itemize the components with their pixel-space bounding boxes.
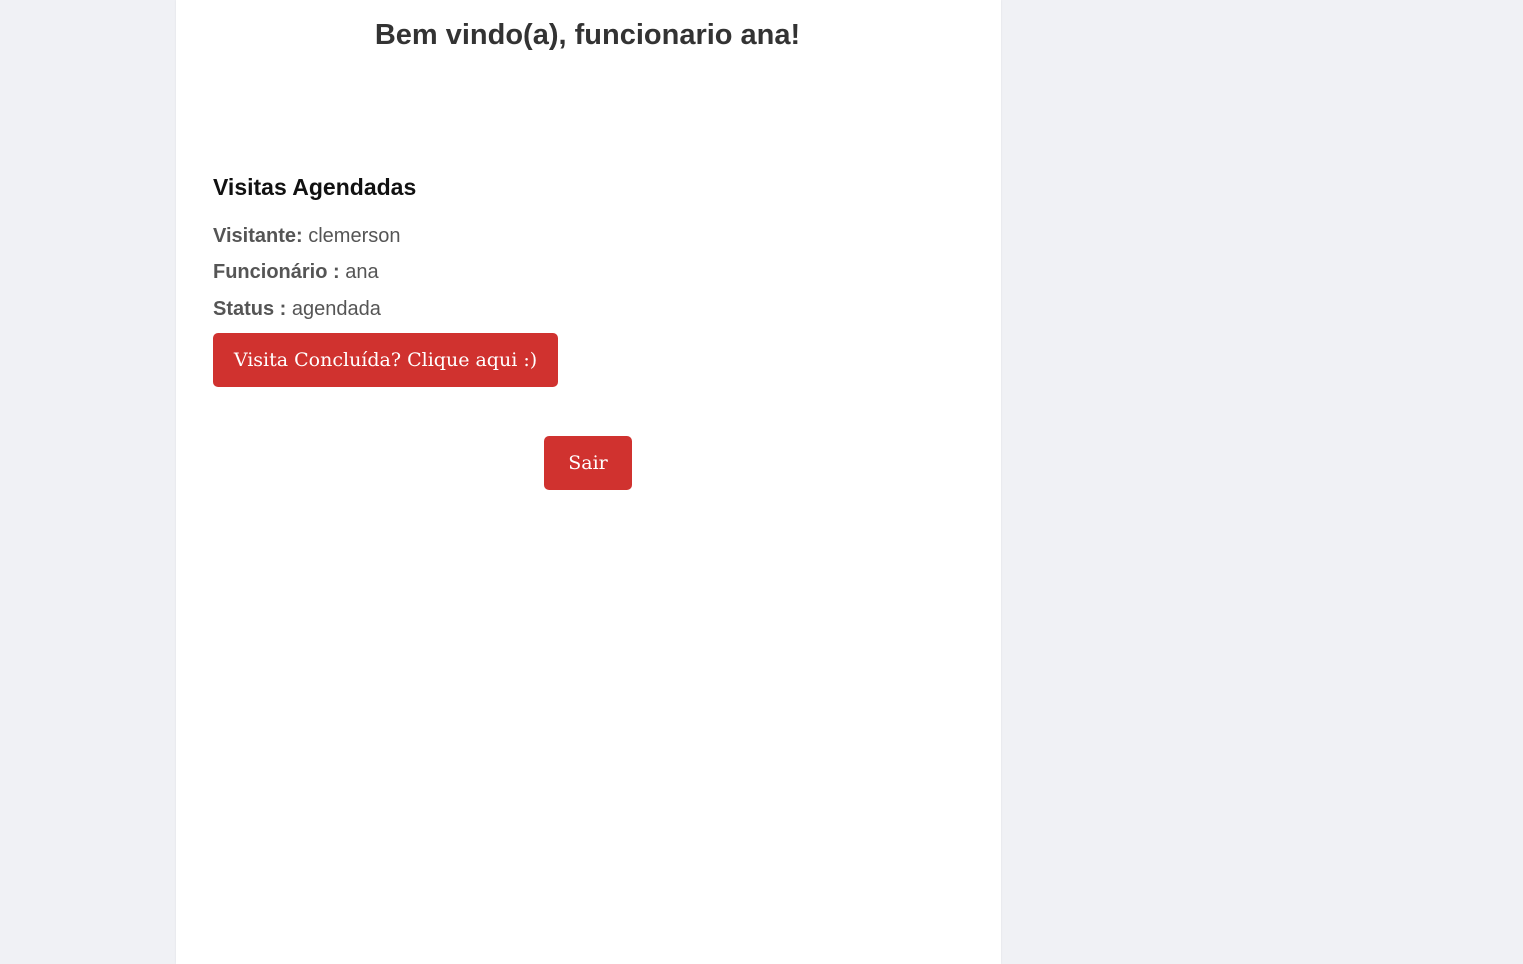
status-value: agendada: [291, 298, 381, 320]
status-field: Status : agendada: [213, 296, 381, 322]
welcome-heading: Bem vindo(a), funcionario ana!: [374, 19, 801, 51]
visitor-value: clemerson: [308, 225, 401, 247]
visitor-label: Visitante:: [213, 225, 303, 247]
employee-label: Funcionário :: [213, 261, 340, 283]
employee-value: ana: [345, 261, 379, 283]
scheduled-visits-title: Visitas Agendadas: [213, 174, 417, 200]
main-card: Bem vindo(a), funcionario ana! Visitas A…: [176, 0, 1001, 964]
visitor-field: Visitante: clemerson: [213, 223, 401, 249]
logout-button[interactable]: Sair: [544, 436, 632, 490]
employee-field: Funcionário : ana: [213, 259, 379, 285]
complete-visit-button[interactable]: Visita Concluída? Clique aqui :): [213, 333, 558, 387]
status-label: Status :: [213, 298, 287, 320]
